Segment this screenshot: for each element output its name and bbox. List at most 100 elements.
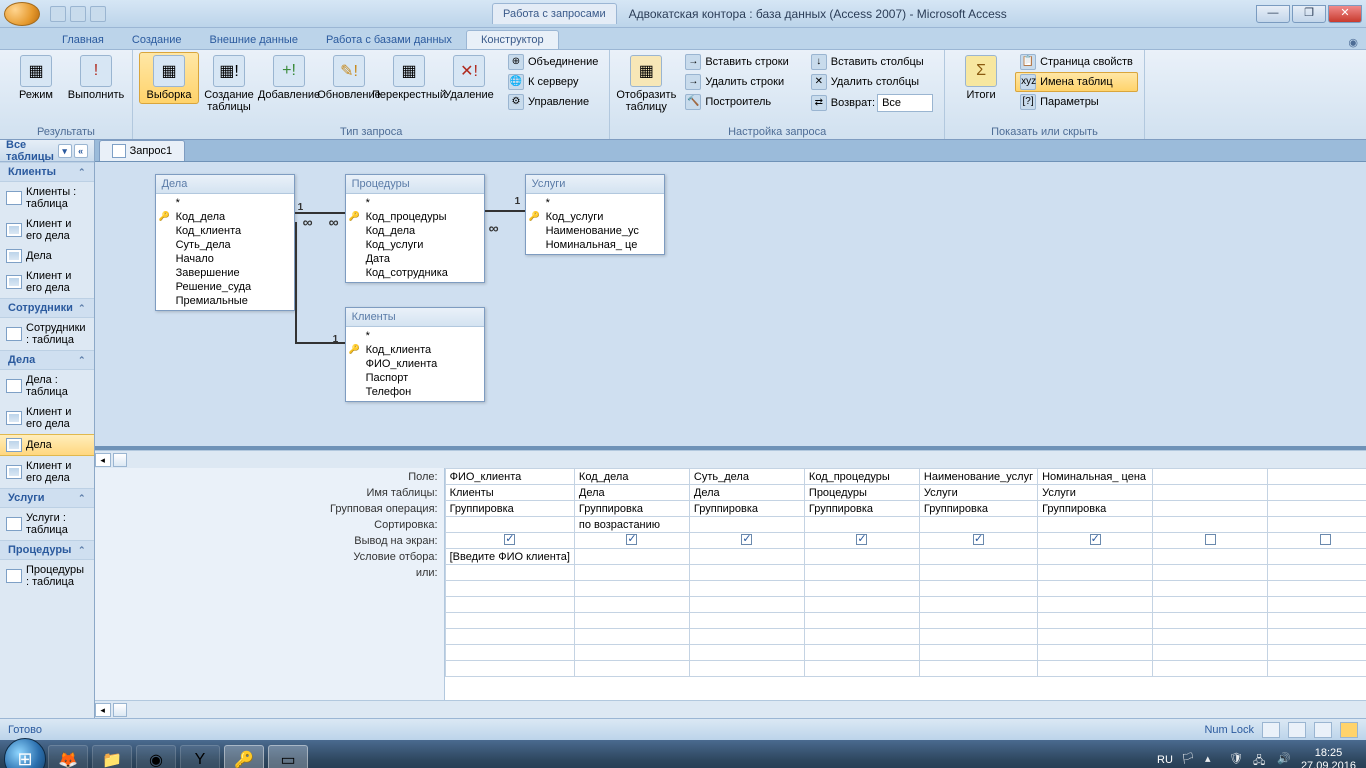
crosstab-button[interactable]: ▦Перекрестный bbox=[379, 52, 439, 104]
tab-home[interactable]: Главная bbox=[48, 31, 118, 49]
grid-cell[interactable] bbox=[804, 517, 919, 533]
propsheet-button[interactable]: 📋Страница свойств bbox=[1015, 52, 1138, 72]
grid-cell[interactable] bbox=[1153, 549, 1268, 565]
nav-item[interactable]: Сотрудники : таблица bbox=[0, 318, 94, 350]
grid-cell[interactable] bbox=[919, 581, 1037, 597]
grid-cell[interactable] bbox=[804, 613, 919, 629]
grid-cell[interactable] bbox=[689, 549, 804, 565]
parameters-button[interactable]: [?]Параметры bbox=[1015, 92, 1138, 112]
grid-cell[interactable]: по возрастанию bbox=[574, 517, 689, 533]
grid-cell[interactable]: Код_дела bbox=[574, 469, 689, 485]
grid-cell[interactable] bbox=[1153, 645, 1268, 661]
show-checkbox[interactable] bbox=[741, 534, 752, 545]
grid-cell[interactable] bbox=[919, 661, 1037, 677]
show-checkbox[interactable] bbox=[856, 534, 867, 545]
grid-cell[interactable] bbox=[445, 533, 574, 549]
grid-cell[interactable] bbox=[1268, 549, 1366, 565]
qat-undo-icon[interactable] bbox=[70, 6, 86, 22]
view-pivot-icon[interactable] bbox=[1288, 722, 1306, 738]
show-checkbox[interactable] bbox=[626, 534, 637, 545]
grid-cell[interactable] bbox=[919, 613, 1037, 629]
return-input[interactable] bbox=[877, 94, 933, 112]
tab-external[interactable]: Внешние данные bbox=[196, 31, 312, 49]
grid-cell[interactable] bbox=[574, 661, 689, 677]
view-design-icon[interactable] bbox=[1340, 722, 1358, 738]
grid-cell[interactable] bbox=[689, 581, 804, 597]
nav-group[interactable]: Дела⌃ bbox=[0, 350, 94, 370]
grid-cell[interactable] bbox=[1153, 613, 1268, 629]
grid-cell[interactable] bbox=[1268, 517, 1366, 533]
view-datasheet-icon[interactable] bbox=[1262, 722, 1280, 738]
tray-lang[interactable]: RU bbox=[1157, 754, 1173, 766]
nav-item[interactable]: Услуги : таблица bbox=[0, 508, 94, 540]
field[interactable]: Премиальные bbox=[156, 294, 294, 308]
grid-cell[interactable] bbox=[919, 597, 1037, 613]
scroll-thumb[interactable] bbox=[113, 453, 127, 467]
table-kli[interactable]: Клиенты *Код_клиентаФИО_клиентаПаспортТе… bbox=[345, 307, 485, 402]
help-button[interactable]: ◉ bbox=[1340, 36, 1366, 49]
grid-cell[interactable] bbox=[1268, 501, 1366, 517]
grid-cell[interactable] bbox=[1268, 581, 1366, 597]
grid-cell[interactable]: Группировка bbox=[689, 501, 804, 517]
nav-group[interactable]: Услуги⌃ bbox=[0, 488, 94, 508]
table-proc[interactable]: Процедуры *Код_процедурыКод_делаКод_услу… bbox=[345, 174, 485, 283]
field[interactable]: Код_дела bbox=[346, 224, 484, 238]
update-button[interactable]: ✎!Обновление bbox=[319, 52, 379, 104]
grid-cell[interactable] bbox=[1153, 469, 1268, 485]
grid-cell[interactable] bbox=[919, 645, 1037, 661]
field[interactable]: Код_клиента bbox=[346, 343, 484, 357]
nav-group[interactable]: Клиенты⌃ bbox=[0, 162, 94, 182]
grid-cell[interactable] bbox=[1153, 581, 1268, 597]
nav-group[interactable]: Сотрудники⌃ bbox=[0, 298, 94, 318]
maketable-button[interactable]: ▦!Создание таблицы bbox=[199, 52, 259, 116]
show-checkbox[interactable] bbox=[1090, 534, 1101, 545]
grid-cell[interactable] bbox=[804, 581, 919, 597]
tab-design[interactable]: Конструктор bbox=[466, 30, 559, 49]
grid-cell[interactable] bbox=[1153, 501, 1268, 517]
tray-clock[interactable]: 18:25 27.09.2016 bbox=[1301, 747, 1356, 768]
field[interactable]: Дата bbox=[346, 252, 484, 266]
minimize-button[interactable]: — bbox=[1256, 5, 1290, 23]
grid-cell[interactable] bbox=[574, 565, 689, 581]
grid-cell[interactable] bbox=[1153, 597, 1268, 613]
grid-cell[interactable] bbox=[919, 549, 1037, 565]
delete-button[interactable]: ✕!Удаление bbox=[439, 52, 499, 104]
builder-button[interactable]: 🔨Построитель bbox=[680, 92, 793, 112]
show-checkbox[interactable] bbox=[504, 534, 515, 545]
insertrows-button[interactable]: →Вставить строки bbox=[680, 52, 793, 72]
grid-cell[interactable] bbox=[1268, 485, 1366, 501]
grid-cell[interactable] bbox=[804, 549, 919, 565]
append-button[interactable]: +!Добавление bbox=[259, 52, 319, 104]
field[interactable]: Код_клиента bbox=[156, 224, 294, 238]
grid-cell[interactable]: Наименование_услуг bbox=[919, 469, 1037, 485]
grid-cell[interactable] bbox=[804, 597, 919, 613]
grid-cell[interactable] bbox=[1268, 661, 1366, 677]
grid-cell[interactable] bbox=[1268, 629, 1366, 645]
nav-header[interactable]: Все таблицы ▾ « bbox=[0, 140, 94, 162]
task-firefox-icon[interactable]: 🦊 bbox=[48, 745, 88, 768]
grid-cell[interactable] bbox=[919, 629, 1037, 645]
grid-cell[interactable]: Код_процедуры bbox=[804, 469, 919, 485]
grid-cell[interactable] bbox=[1153, 565, 1268, 581]
doc-tab-query1[interactable]: Запрос1 bbox=[99, 140, 186, 161]
show-checkbox[interactable] bbox=[1320, 534, 1331, 545]
tray-volume-icon[interactable]: 🔊 bbox=[1277, 752, 1293, 768]
table-dela[interactable]: Дела *Код_делаКод_клиентаСуть_делаНачало… bbox=[155, 174, 295, 311]
grid-cell[interactable]: Дела bbox=[574, 485, 689, 501]
field[interactable]: Номинальная_ це bbox=[526, 238, 664, 252]
grid-cell[interactable] bbox=[1153, 485, 1268, 501]
grid-cell[interactable] bbox=[445, 613, 574, 629]
grid-cell[interactable] bbox=[919, 533, 1037, 549]
grid-cell[interactable] bbox=[804, 565, 919, 581]
nav-item[interactable]: Клиент и его дела bbox=[0, 266, 94, 298]
grid-cell[interactable]: Суть_дела bbox=[689, 469, 804, 485]
field[interactable]: Суть_дела bbox=[156, 238, 294, 252]
grid-cell[interactable] bbox=[1268, 613, 1366, 629]
grid-cell[interactable] bbox=[445, 517, 574, 533]
maximize-button[interactable]: ❐ bbox=[1292, 5, 1326, 23]
deletecols-button[interactable]: ✕Удалить столбцы bbox=[806, 72, 938, 92]
doc-close-button[interactable]: × bbox=[1361, 145, 1366, 157]
task-access-icon[interactable]: 🔑 bbox=[224, 745, 264, 768]
nav-item[interactable]: Клиент и его дела bbox=[0, 214, 94, 246]
field[interactable]: * bbox=[346, 329, 484, 343]
